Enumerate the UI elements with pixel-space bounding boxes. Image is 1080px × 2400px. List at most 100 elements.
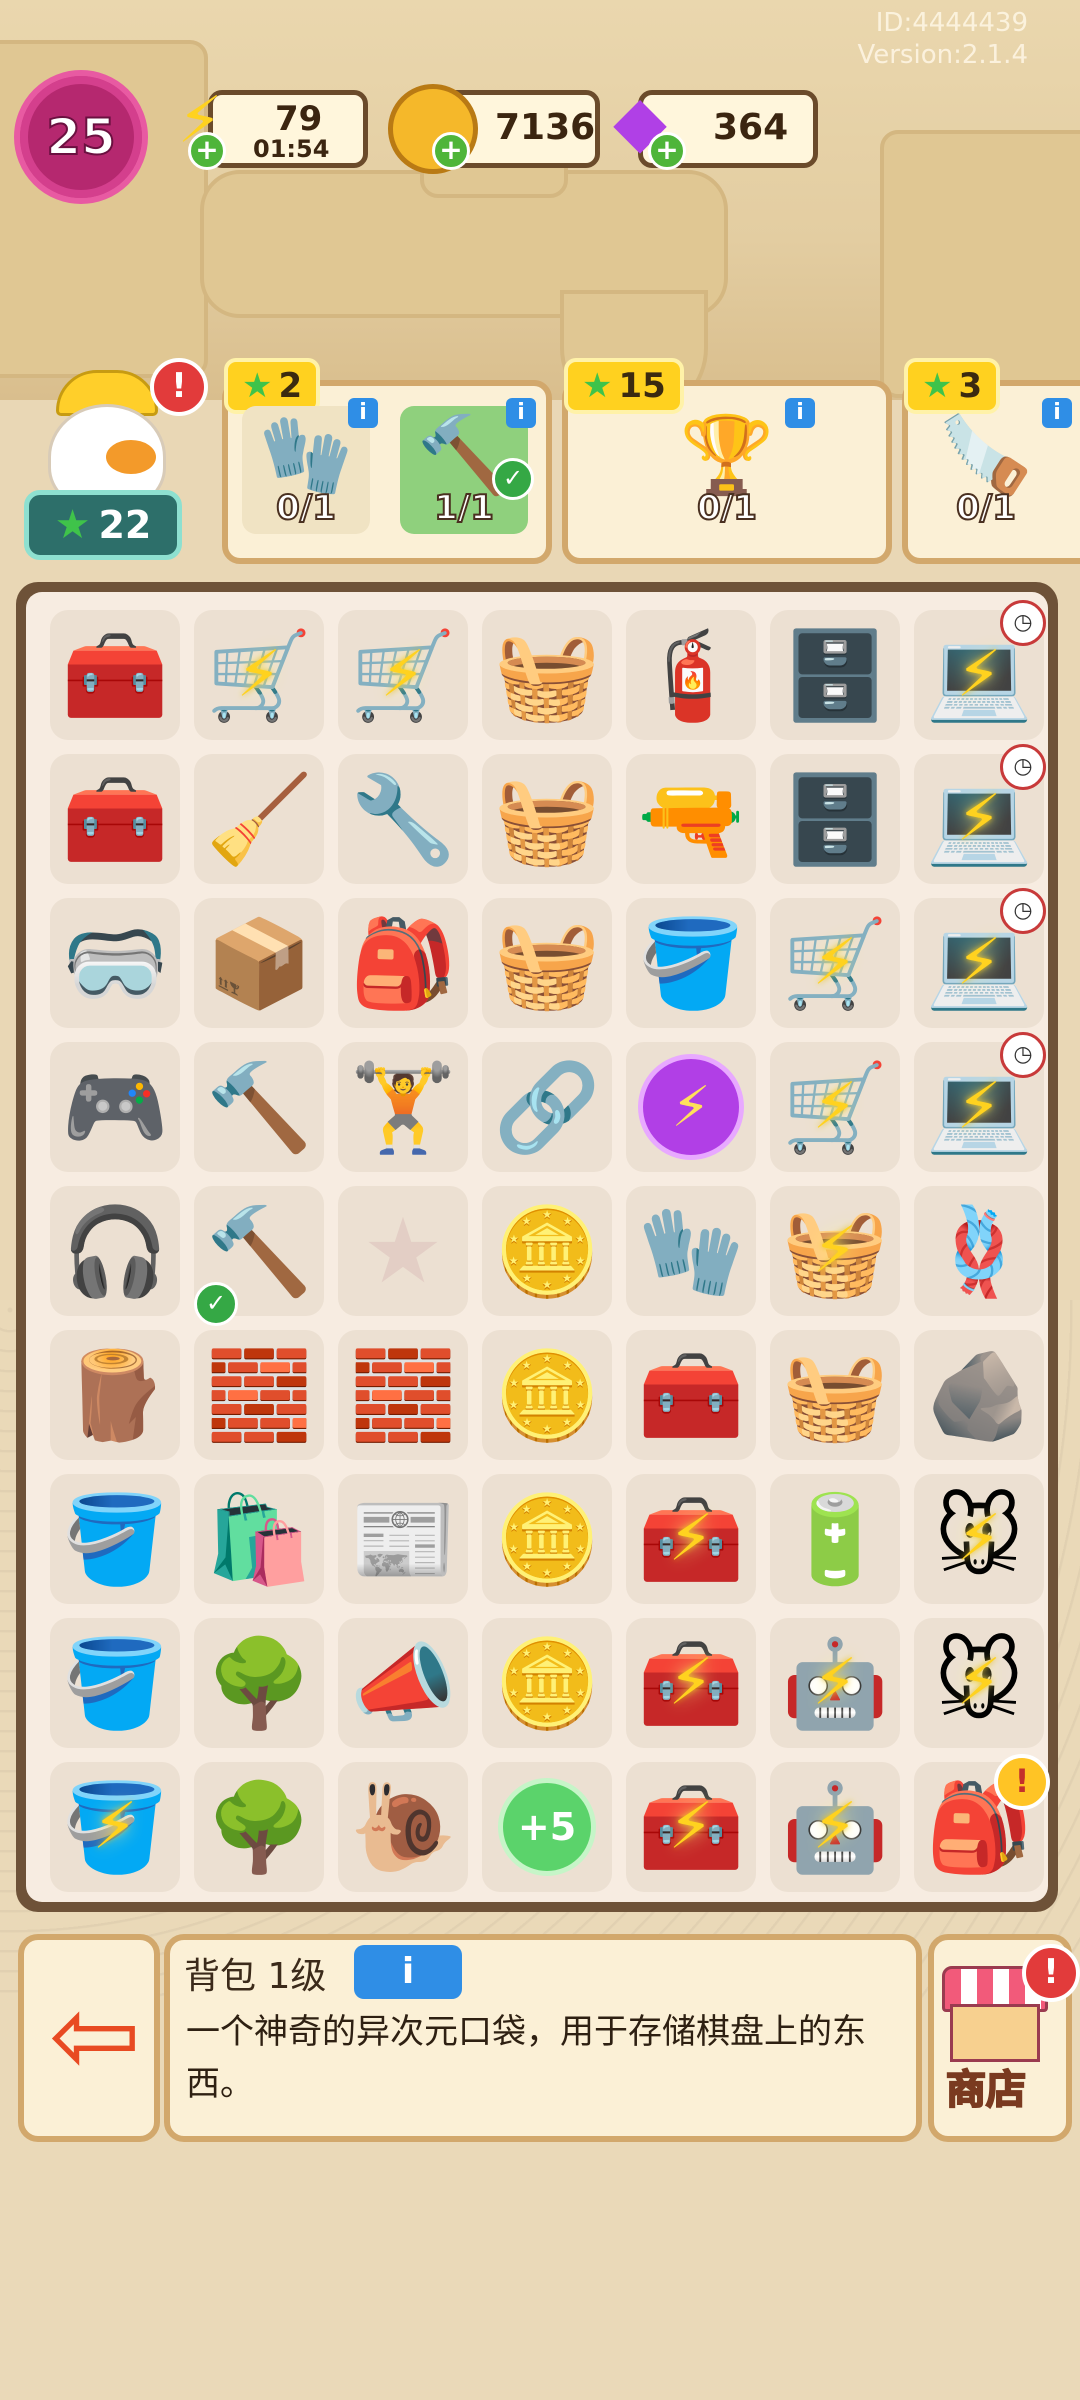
info-icon[interactable]: i	[785, 398, 815, 428]
board-cell-toolbox-open[interactable]: 🧰 ⚡	[626, 1474, 756, 1604]
version-text: Version:2.1.4	[857, 40, 1028, 70]
board-cell-laptop[interactable]: 💻 ⚡ ◷	[914, 888, 1046, 1028]
board-cell-energy-plus5[interactable]: +5	[482, 1762, 612, 1892]
board-cell-cart-gold[interactable]: 🛒 ⚡	[770, 898, 900, 1028]
board-cell-grip-trainer[interactable]: 🔧	[338, 754, 468, 884]
lightning-icon: ⚡	[668, 1502, 714, 1576]
board-cell-coin-double[interactable]: 🪙	[482, 1474, 612, 1604]
board-cell-plaster-bucket[interactable]: 🪣	[50, 1618, 180, 1748]
board-cell-laptop[interactable]: 💻 ⚡ ◷	[914, 600, 1046, 740]
board-cell-cabinet[interactable]: 🗄️	[770, 610, 900, 740]
board-cell-wheelbarrow[interactable]: 🛒 ⚡	[194, 610, 324, 740]
board-cell-robot-vacuum[interactable]: 🤖 ⚡	[770, 1618, 900, 1748]
order-card-2[interactable]: ★ 15 🏆 0/1 i	[562, 358, 892, 564]
board-cell-brick-pair[interactable]: 🧱	[338, 1330, 468, 1460]
item-info-button[interactable]: i	[354, 1945, 462, 1999]
board-cell-kettlebell[interactable]: 🎒	[338, 898, 468, 1028]
board-cell-headphones[interactable]: 🎧	[50, 1186, 180, 1316]
order-item-progress: 0/1	[275, 487, 337, 529]
stone-icon: 🪨	[925, 1345, 1033, 1446]
board-cell-bucket[interactable]: 🪣	[50, 1474, 180, 1604]
board-cell-stone[interactable]: 🪨	[914, 1330, 1044, 1460]
board-cell-basket-gold[interactable]: 🧺 ⚡	[770, 1186, 900, 1316]
board-cell-chest-expander[interactable]: 🔗	[482, 1042, 612, 1172]
order-reward-badge: ★ 15	[564, 358, 684, 414]
board-cell-toolbox-case[interactable]: 🧰 ⚡	[626, 1762, 756, 1892]
bin-icon: 🪣	[637, 913, 745, 1014]
board-cell-capacitor[interactable]: 🔋	[770, 1474, 900, 1604]
board-cell-laptop[interactable]: 💻 ⚡ ◷	[914, 1032, 1046, 1172]
clock-icon: ◷	[1000, 888, 1046, 934]
tool-box-icon: 📦	[205, 913, 313, 1014]
character-alert-badge[interactable]: !	[150, 358, 208, 416]
board-cell-laptop[interactable]: 💻 ⚡ ◷	[914, 744, 1046, 884]
board-cell-potted-tree[interactable]: 🌳	[194, 1618, 324, 1748]
info-icon[interactable]: i	[506, 398, 536, 428]
board-cell-game-console[interactable]: 🎮	[50, 1042, 180, 1172]
board-cell-megaphone[interactable]: 📣	[338, 1618, 468, 1748]
board-cell-dustpan[interactable]: 🧹	[194, 754, 324, 884]
board-cell-cabinet[interactable]: 🗄️	[770, 754, 900, 884]
lightning-icon: ⚡	[956, 1646, 1002, 1720]
board-cell-tool-box[interactable]: 📦	[194, 898, 324, 1028]
coin-icon: 🪙	[493, 1633, 601, 1734]
magazine-icon: 📰	[349, 1489, 457, 1590]
board-cell-wood-chunk[interactable]: 🪵	[50, 1330, 180, 1460]
info-icon[interactable]: i	[1042, 398, 1072, 428]
board-cell-bin[interactable]: 🪣	[626, 898, 756, 1028]
add-gems-button[interactable]: +	[648, 132, 686, 170]
exit-button[interactable]: ⇦	[18, 1934, 160, 2142]
board-cell-basket-dumbbell[interactable]: 🧺	[482, 610, 612, 740]
board-cell-green-toolbox[interactable]: 🧰	[626, 1330, 756, 1460]
order-card-1[interactable]: ★ 2 🧤 0/1 i 🔨 1/1 i ✓	[222, 358, 552, 564]
board-cell-gloves[interactable]: 🧤	[626, 1186, 756, 1316]
info-icon[interactable]: i	[348, 398, 378, 428]
board-cell-statue[interactable]: 🐭 ⚡	[914, 1618, 1044, 1748]
player-level-badge[interactable]: 25	[14, 70, 148, 204]
board-cell-drill[interactable]: 🔫	[626, 754, 756, 884]
saw-icon: 🪚	[938, 410, 1034, 499]
board-cell-cart[interactable]: 🛒 ⚡	[338, 610, 468, 740]
board-cell-mallet[interactable]: 🔨	[194, 1042, 324, 1172]
grip-trainer-icon: 🔧	[349, 769, 457, 870]
board-cell-coin-stack[interactable]: 🪙	[482, 1186, 612, 1316]
board-cell-wicker-basket[interactable]: 🧺	[770, 1330, 900, 1460]
board-cell-basket-frame[interactable]: 🧺	[482, 898, 612, 1028]
board-cell-vr-headset[interactable]: 🥽	[50, 898, 180, 1028]
order-reward-value: 15	[618, 366, 666, 406]
drill-icon: 🔫	[637, 769, 745, 870]
shop-alert-badge: !	[1022, 1944, 1080, 2002]
board-cell-sack[interactable]: 🛍️	[194, 1474, 324, 1604]
order-item-gloves[interactable]: 🧤 0/1 i	[242, 398, 378, 534]
board-cell-basket[interactable]: 🧺	[482, 754, 612, 884]
add-coins-button[interactable]: +	[432, 132, 470, 170]
board-cell-cart-gold[interactable]: 🛒 ⚡	[770, 1042, 900, 1172]
add-energy-button[interactable]: +	[188, 132, 226, 170]
board-cell-dumbbell[interactable]: 🏋️	[338, 1042, 468, 1172]
board-cell-rope[interactable]: 🪢	[914, 1186, 1044, 1316]
order-item-progress: 0/1	[955, 487, 1017, 529]
board-cell-potted-tree[interactable]: 🌳	[194, 1762, 324, 1892]
lightning-icon: ⚡	[812, 1214, 858, 1288]
shop-label: 商店	[945, 2066, 1027, 2114]
order-item-trophy[interactable]: 🏆 0/1 i	[663, 398, 815, 534]
board-cell-drill-rope[interactable]: 🧯	[626, 610, 756, 740]
lightning-icon: ⚡	[92, 1790, 138, 1864]
board-cell-magazine[interactable]: 📰	[338, 1474, 468, 1604]
order-item-saw[interactable]: 🪚 0/1 i	[922, 398, 1072, 534]
board-cell-coin[interactable]: 🪙	[482, 1618, 612, 1748]
order-item-hammer[interactable]: 🔨 1/1 i ✓	[400, 398, 536, 534]
board-cell-statue[interactable]: 🐭 ⚡	[914, 1474, 1044, 1604]
board-cell-energy-orb[interactable]: ⚡	[626, 1042, 756, 1172]
board-cell-snail-cat[interactable]: 🐌	[338, 1762, 468, 1892]
board-cell-coin-pile[interactable]: 🪙	[482, 1330, 612, 1460]
board-cell-toolbox-pile[interactable]: 🧰	[50, 754, 180, 884]
board-cell-robot-vacuum[interactable]: 🤖 ⚡	[770, 1762, 900, 1892]
board-cell-hammer[interactable]: 🔨 ✓	[194, 1186, 324, 1326]
board-cell-toolbox-case[interactable]: 🧰 ⚡	[626, 1618, 756, 1748]
order-card-3[interactable]: ★ 3 🪚 0/1 i	[902, 358, 1080, 564]
board-cell-bricks[interactable]: 🧱	[194, 1330, 324, 1460]
board-cell-toolbox-pile[interactable]: 🧰	[50, 610, 180, 740]
board-cell-backpack[interactable]: 🎒!	[914, 1754, 1050, 1892]
board-cell-bucket-gold[interactable]: 🪣 ⚡	[50, 1762, 180, 1892]
